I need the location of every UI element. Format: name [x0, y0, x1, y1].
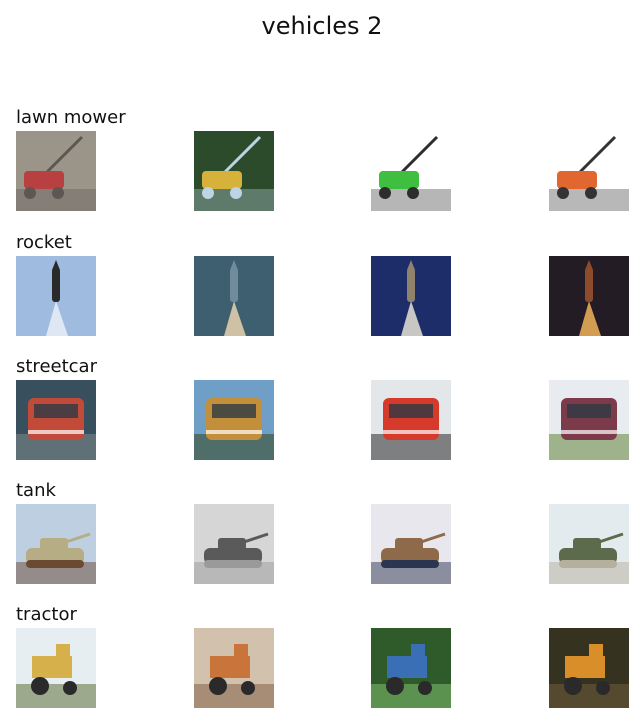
lawn-mower-photo — [371, 131, 451, 211]
streetcar-photo — [371, 380, 451, 460]
thumbnail-image — [371, 131, 451, 211]
thumbnail-image — [16, 628, 96, 708]
row-label: streetcar — [16, 356, 97, 377]
thumbnail-image — [371, 628, 451, 708]
lawn-mower-photo — [549, 131, 629, 211]
thumbnail-image — [16, 131, 96, 211]
thumbnail-image — [194, 380, 274, 460]
thumbnail-image — [549, 131, 629, 211]
tractor-photo — [371, 628, 451, 708]
tank-photo — [16, 504, 96, 584]
tank-photo — [549, 504, 629, 584]
rocket-photo — [549, 256, 629, 336]
lawn-mower-photo — [16, 131, 96, 211]
tank-photo — [371, 504, 451, 584]
thumbnail-image — [194, 628, 274, 708]
thumbnail-image — [549, 628, 629, 708]
thumbnail-image — [194, 131, 274, 211]
row-label: lawn mower — [16, 107, 126, 128]
thumbnail-image — [371, 504, 451, 584]
thumbnail-image — [549, 380, 629, 460]
streetcar-photo — [16, 380, 96, 460]
row-label: rocket — [16, 232, 72, 253]
thumbnail-image — [371, 380, 451, 460]
tractor-photo — [194, 628, 274, 708]
thumbnail-image — [371, 256, 451, 336]
streetcar-photo — [194, 380, 274, 460]
tractor-photo — [549, 628, 629, 708]
tractor-photo — [16, 628, 96, 708]
thumbnail-image — [16, 380, 96, 460]
row-label: tractor — [16, 604, 77, 625]
streetcar-photo — [549, 380, 629, 460]
thumbnail-image — [16, 504, 96, 584]
thumbnail-image — [549, 256, 629, 336]
rocket-photo — [194, 256, 274, 336]
thumbnail-image — [549, 504, 629, 584]
tank-photo — [194, 504, 274, 584]
rocket-photo — [371, 256, 451, 336]
thumbnail-image — [16, 256, 96, 336]
lawn-mower-photo — [194, 131, 274, 211]
rocket-photo — [16, 256, 96, 336]
row-label: tank — [16, 480, 56, 501]
figure-title: vehicles 2 — [261, 12, 383, 40]
thumbnail-image — [194, 504, 274, 584]
thumbnail-image — [194, 256, 274, 336]
